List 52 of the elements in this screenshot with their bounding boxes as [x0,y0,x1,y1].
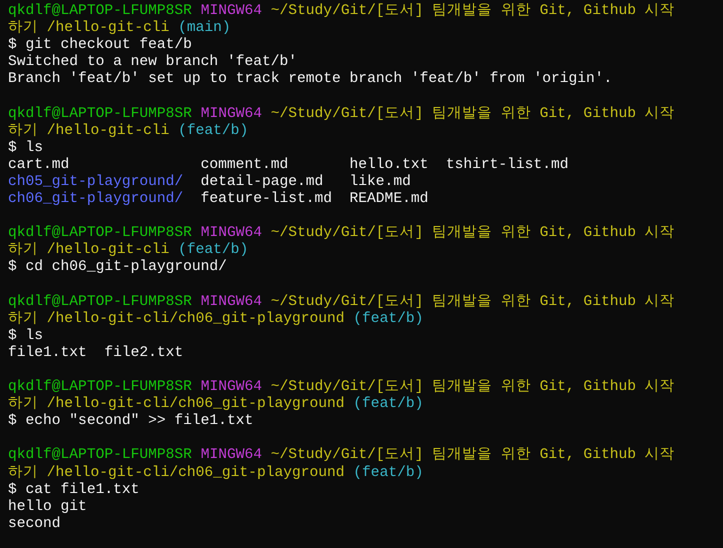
prompt-path: 하기 /hello-git-cli [8,20,170,36]
prompt-system: MINGW64 [200,106,262,122]
prompt-user: qkdlf@LAPTOP-LFUMP8SR [8,3,192,19]
prompt-branch: (main) [178,20,231,36]
prompt-system: MINGW64 [200,379,262,396]
file-name: hello.txt [350,156,428,174]
prompt-path: ~/Study/Git/[도서] 팀개발을 위한 Git, Github 시작 [270,3,675,19]
prompt-path: 하기 /hello-git-cli/ch06_git-playground [8,396,345,412]
prompt-user: qkdlf@LAPTOP-LFUMP8SR [8,379,192,396]
prompt-path: 하기 /hello-git-cli [8,122,170,139]
file-name: file2.txt [104,344,184,362]
file-name: like.md [350,174,412,191]
prompt-user: qkdlf@LAPTOP-LFUMP8SR [8,106,192,122]
prompt-system: MINGW64 [200,294,262,310]
output-text: hello git [8,498,87,515]
output-text: Switched to a new branch 'feat/b' [8,54,298,70]
prompt-path: ~/Study/Git/[도서] 팀개발을 위한 Git, Github 시작 [270,447,675,464]
prompt-path: 하기 /hello-git-cli [8,242,170,258]
file-name: cart.md [8,156,70,174]
prompt-path: ~/Study/Git/[도서] 팀개발을 위한 Git, Github 시작 [270,294,675,310]
prompt-system: MINGW64 [200,3,262,19]
prompt-path: 하기 /hello-git-cli/ch06_git-playground [8,464,345,481]
command-text: $ git checkout feat/b [8,37,192,54]
prompt-path: ~/Study/Git/[도서] 팀개발을 위한 Git, Github 시작 [270,379,675,396]
prompt-path: ~/Study/Git/[도서] 팀개발을 위한 Git, Github 시작 [270,106,675,122]
directory-name: ch06_git-playground/ [8,191,184,208]
directory-name: ch05_git-playground/ [8,174,184,191]
command-text: $ ls [8,140,44,156]
prompt-user: qkdlf@LAPTOP-LFUMP8SR [8,447,192,464]
command-text: $ cat file1.txt [8,482,140,498]
file-name: tshirt-list.md [446,156,568,174]
file-name: comment.md [200,156,290,174]
prompt-branch: (feat/b) [353,310,424,327]
prompt-branch: (feat/b) [353,464,424,481]
command-text: $ echo "second" >> file1.txt [8,413,254,430]
command-text: $ cd ch06_git-playground/ [8,259,227,276]
prompt-branch: (feat/b) [178,122,248,139]
prompt-system: MINGW64 [200,225,262,242]
output-text: second [8,516,61,532]
file-name: file1.txt [8,344,87,362]
command-text: $ ls [8,328,44,344]
prompt-user: qkdlf@LAPTOP-LFUMP8SR [8,294,192,310]
prompt-branch: (feat/b) [353,396,424,412]
file-name: README.md [350,191,428,208]
prompt-path: 하기 /hello-git-cli/ch06_git-playground [8,310,345,327]
prompt-path: ~/Study/Git/[도서] 팀개발을 위한 Git, Github 시작 [270,225,675,242]
output-text: Branch 'feat/b' set up to track remote branch 'feat/b' from 'origin'. [8,71,612,88]
prompt-user: qkdlf@LAPTOP-LFUMP8SR [8,225,192,242]
file-name: feature-list.md [200,191,332,208]
file-name: detail-page.md [200,174,324,191]
prompt-system: MINGW64 [200,447,262,464]
prompt-branch: (feat/b) [178,242,248,258]
